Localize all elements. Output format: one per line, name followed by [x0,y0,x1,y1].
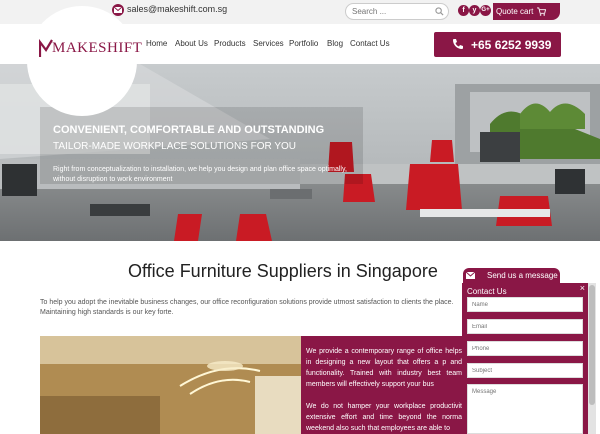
send-message-label: Send us a message [487,271,558,280]
nav-contact-us[interactable]: Contact Us [350,39,390,48]
nav-products[interactable]: Products [214,39,246,48]
phone-button[interactable]: +65 6252 9939 [434,32,561,57]
email-field[interactable] [467,319,583,334]
office-interior-photo [40,336,301,434]
hero-text: Right from conceptualization to installa… [53,166,347,183]
phone-number: +65 6252 9939 [471,38,552,52]
phone-field[interactable] [467,341,583,356]
quote-cart-button[interactable]: Quote cart [493,3,560,20]
services-paragraph-2: We do not hamper your workplace producti… [306,403,462,432]
page: sales@makeshift.com.sg f y G+ Quote cart… [0,0,600,434]
phone-icon [453,39,463,49]
nav-about-us[interactable]: About Us [175,39,208,48]
send-message-tab[interactable]: Send us a message [463,268,560,283]
nav-home[interactable]: Home [146,39,167,48]
logo-backdrop [27,6,137,116]
services-text: We provide a contemporary range of offic… [306,346,462,434]
nav-portfolio[interactable]: Portfolio [289,39,318,48]
mail-icon [112,4,124,16]
facebook-icon[interactable]: f [458,5,469,16]
email-link[interactable]: sales@makeshift.com.sg [127,4,227,14]
nav-services[interactable]: Services [253,39,284,48]
hero-subheadline: TAILOR-MADE WORKPLACE SOLUTIONS FOR YOU [53,141,296,152]
services-paragraph-1: We provide a contemporary range of offic… [306,348,462,388]
twitter-icon[interactable]: y [469,5,480,16]
widget-scrollbar[interactable] [588,283,596,434]
logo-text: MAKESHIFT [52,40,143,56]
intro-text: To help you adopt the inevitable busines… [40,299,454,316]
hero-headline: CONVENIENT, COMFORTABLE AND OUTSTANDING [53,124,325,136]
subject-field[interactable] [467,363,583,378]
scrollbar-thumb[interactable] [589,285,595,405]
google-plus-icon[interactable]: G+ [480,5,491,16]
close-icon[interactable]: × [580,283,585,293]
nav-blog[interactable]: Blog [327,39,343,48]
quote-cart-label: Quote cart [496,7,534,16]
search-input[interactable] [352,5,432,18]
search-box[interactable] [345,3,449,20]
name-field[interactable] [467,297,583,312]
cart-icon [537,7,546,16]
logo[interactable]: MAKESHIFT [40,40,142,57]
search-icon[interactable] [435,7,444,16]
contact-panel-title: Contact Us [467,287,507,296]
message-field[interactable] [467,384,583,434]
mail-icon [466,272,475,279]
page-title: Office Furniture Suppliers in Singapore [128,261,438,281]
